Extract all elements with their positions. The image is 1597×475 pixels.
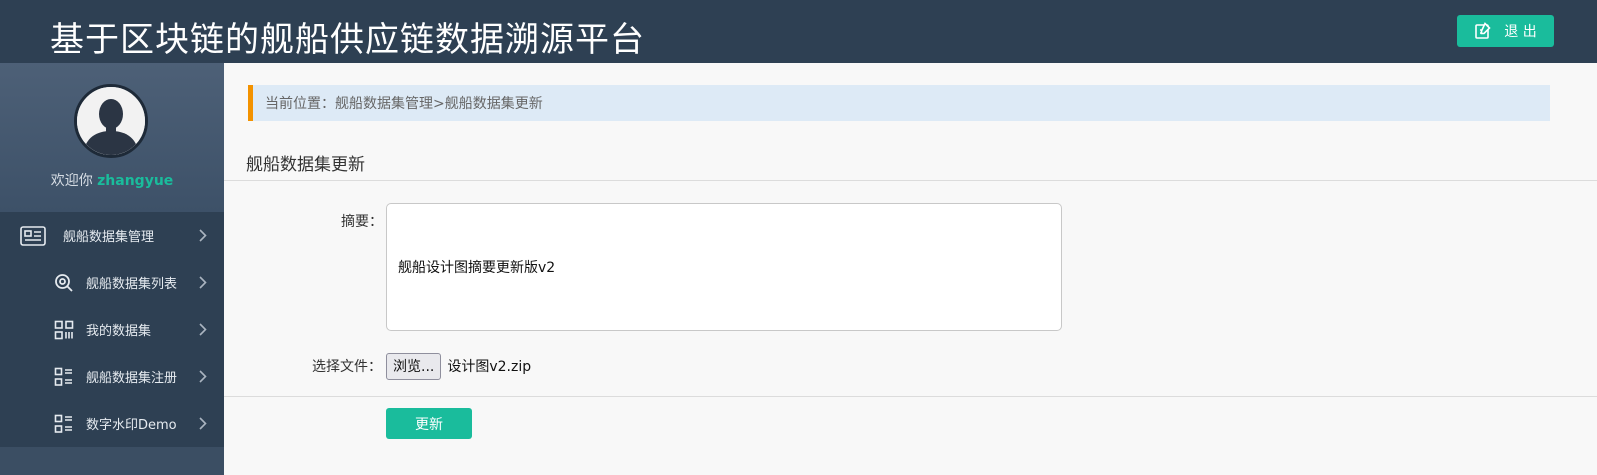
file-input[interactable]: 浏览... 设计图v2.zip <box>386 352 531 380</box>
edit-icon <box>1474 22 1492 40</box>
form-divider <box>224 396 1597 397</box>
sidebar-item-label: 舰船数据集管理 <box>63 230 155 245</box>
welcome-text: 欢迎你 zhangyue <box>0 170 224 190</box>
app-title: 基于区块链的舰船供应链数据溯源平台 <box>50 20 645 60</box>
avatar <box>74 84 148 158</box>
summary-textarea[interactable]: 舰船设计图摘要更新版v2 <box>386 203 1062 331</box>
sidebar-item-label: 我的数据集 <box>86 324 152 339</box>
summary-label: 摘要： <box>341 214 383 230</box>
update-button[interactable]: 更新 <box>386 408 472 439</box>
sidebar-item-dataset-list[interactable]: 舰船数据集列表 <box>0 259 224 306</box>
file-name: 设计图v2.zip <box>447 359 532 375</box>
sidebar: 欢迎你 zhangyue 舰船数据集管理 舰船数据集列表 我的数据集 舰船数据集… <box>0 63 224 475</box>
file-label: 选择文件： <box>312 359 382 375</box>
qr-grid-icon <box>54 320 74 340</box>
chevron-right-icon <box>199 323 207 340</box>
welcome-prefix: 欢迎你 <box>50 173 93 189</box>
title-divider <box>224 180 1597 181</box>
browse-button[interactable]: 浏览... <box>386 352 442 380</box>
username: zhangyue <box>97 173 174 189</box>
breadcrumb: 当前位置：舰船数据集管理>舰船数据集更新 <box>248 85 1550 121</box>
chevron-right-icon <box>199 276 207 293</box>
sidebar-item-watermark-demo[interactable]: 数字水印Demo <box>0 400 224 447</box>
profile-panel: 欢迎你 zhangyue <box>0 63 224 212</box>
sidebar-footer <box>0 447 224 475</box>
sidebar-item-label: 舰船数据集列表 <box>86 277 178 292</box>
sidebar-item-dataset-register[interactable]: 舰船数据集注册 <box>0 353 224 400</box>
sidebar-item-label: 舰船数据集注册 <box>86 371 178 386</box>
sidebar-item-dataset-management[interactable]: 舰船数据集管理 <box>0 212 224 259</box>
id-card-icon <box>20 226 46 246</box>
logout-label: 退 出 <box>1504 24 1537 40</box>
logout-button[interactable]: 退 出 <box>1457 15 1554 47</box>
search-icon <box>54 273 74 293</box>
top-header: 基于区块链的舰船供应链数据溯源平台 退 出 <box>0 0 1597 63</box>
sidebar-item-label: 数字水印Demo <box>86 418 177 433</box>
chevron-right-icon <box>199 229 207 246</box>
summary-value: 舰船设计图摘要更新版v2 <box>398 260 556 276</box>
list-icon <box>54 414 74 434</box>
chevron-right-icon <box>199 417 207 434</box>
sidebar-item-my-datasets[interactable]: 我的数据集 <box>0 306 224 353</box>
page-title: 舰船数据集更新 <box>246 155 365 175</box>
list-icon <box>54 367 74 387</box>
chevron-right-icon <box>199 370 207 387</box>
